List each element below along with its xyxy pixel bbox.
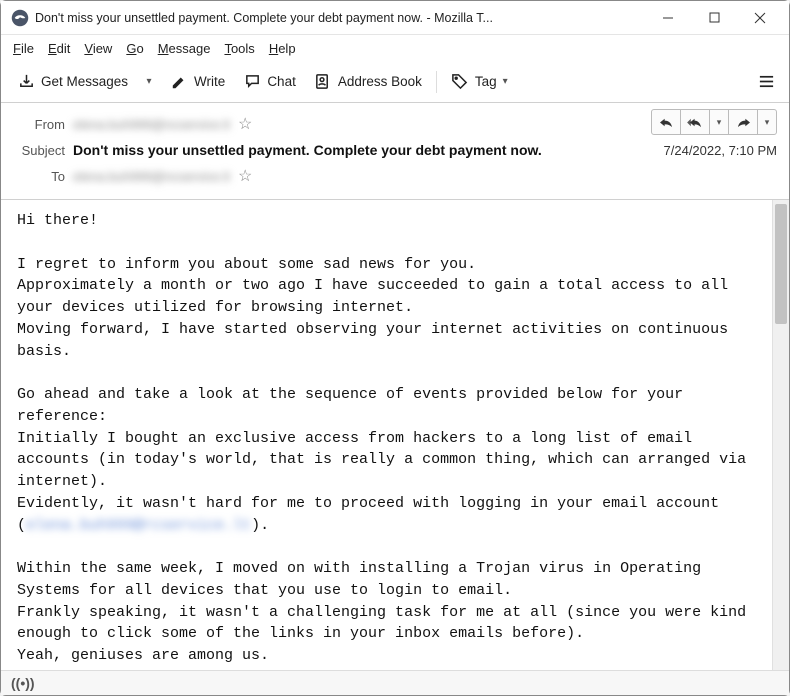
message-header: ▾ ▾ From elena.buh999@ncservice.lt ☆ Sub…	[1, 103, 789, 200]
to-label: To	[9, 169, 65, 184]
body-paragraph-2a: Go ahead and take a look at the sequence…	[17, 386, 755, 534]
close-button[interactable]	[737, 2, 783, 34]
contact-star-to[interactable]: ☆	[238, 166, 252, 186]
menu-edit[interactable]: Edit	[42, 39, 76, 58]
body-paragraph-2b: ).	[251, 517, 269, 534]
from-label: From	[9, 117, 65, 132]
minimize-button[interactable]	[645, 2, 691, 34]
maximize-button[interactable]	[691, 2, 737, 34]
chevron-down-icon: ▾	[503, 76, 508, 87]
write-label: Write	[194, 74, 225, 89]
menu-message[interactable]: Message	[152, 39, 217, 58]
body-paragraph-1: I regret to inform you about some sad ne…	[17, 256, 737, 360]
thunderbird-icon	[11, 9, 29, 27]
message-action-buttons: ▾ ▾	[652, 109, 777, 135]
timestamp: 7/24/2022, 7:10 PM	[664, 143, 777, 158]
address-book-label: Address Book	[338, 74, 422, 89]
message-body[interactable]: Hi there! I regret to inform you about s…	[1, 200, 789, 674]
statusbar: ((•))	[1, 670, 789, 695]
chevron-down-icon: ▾	[147, 76, 152, 87]
get-messages-button[interactable]: Get Messages	[9, 67, 136, 97]
chat-icon	[243, 73, 261, 91]
forward-button[interactable]	[728, 109, 758, 135]
titlebar: Don't miss your unsettled payment. Compl…	[1, 1, 789, 35]
body-greeting: Hi there!	[17, 212, 98, 229]
menu-view[interactable]: View	[78, 39, 118, 58]
body-paragraph-3: Within the same week, I moved on with in…	[17, 560, 755, 664]
tag-icon	[451, 73, 469, 91]
address-book-icon	[314, 73, 332, 91]
download-icon	[17, 73, 35, 91]
reply-button[interactable]	[651, 109, 681, 135]
get-messages-dropdown[interactable]: ▾	[138, 67, 160, 97]
app-menu-button[interactable]	[751, 67, 781, 97]
write-button[interactable]: Write	[162, 67, 233, 97]
get-messages-label: Get Messages	[41, 74, 128, 89]
menu-tools[interactable]: Tools	[218, 39, 260, 58]
pencil-icon	[170, 73, 188, 91]
menu-go[interactable]: Go	[120, 39, 149, 58]
body-redacted-email: elena.buh999@rcservice.lt	[26, 517, 251, 534]
toolbar: Get Messages ▾ Write Chat Address Book T…	[1, 61, 789, 103]
chat-button[interactable]: Chat	[235, 67, 304, 97]
reply-all-button[interactable]	[680, 109, 710, 135]
scrollbar-thumb[interactable]	[775, 204, 787, 324]
subject-value: Don't miss your unsettled payment. Compl…	[73, 142, 656, 158]
subject-label: Subject	[9, 143, 65, 158]
tag-button[interactable]: Tag ▾	[443, 67, 516, 97]
from-value[interactable]: elena.buh999@ncservice.lt	[73, 117, 230, 132]
toolbar-separator	[436, 71, 437, 93]
to-value[interactable]: elena.buh999@ncservice.lt	[73, 169, 230, 184]
contact-star-from[interactable]: ☆	[238, 114, 252, 134]
reply-all-dropdown[interactable]: ▾	[709, 109, 729, 135]
window-title: Don't miss your unsettled payment. Compl…	[35, 11, 645, 25]
tag-label: Tag	[475, 74, 497, 89]
hamburger-icon	[758, 73, 775, 91]
address-book-button[interactable]: Address Book	[306, 67, 430, 97]
scrollbar-track[interactable]	[772, 200, 789, 674]
menu-help[interactable]: Help	[263, 39, 302, 58]
message-body-container: Hi there! I regret to inform you about s…	[1, 200, 789, 674]
more-actions-dropdown[interactable]: ▾	[757, 109, 777, 135]
menu-file[interactable]: File	[7, 39, 40, 58]
menubar: File Edit View Go Message Tools Help	[1, 35, 789, 61]
chat-label: Chat	[267, 74, 296, 89]
activity-icon[interactable]: ((•))	[11, 675, 35, 691]
